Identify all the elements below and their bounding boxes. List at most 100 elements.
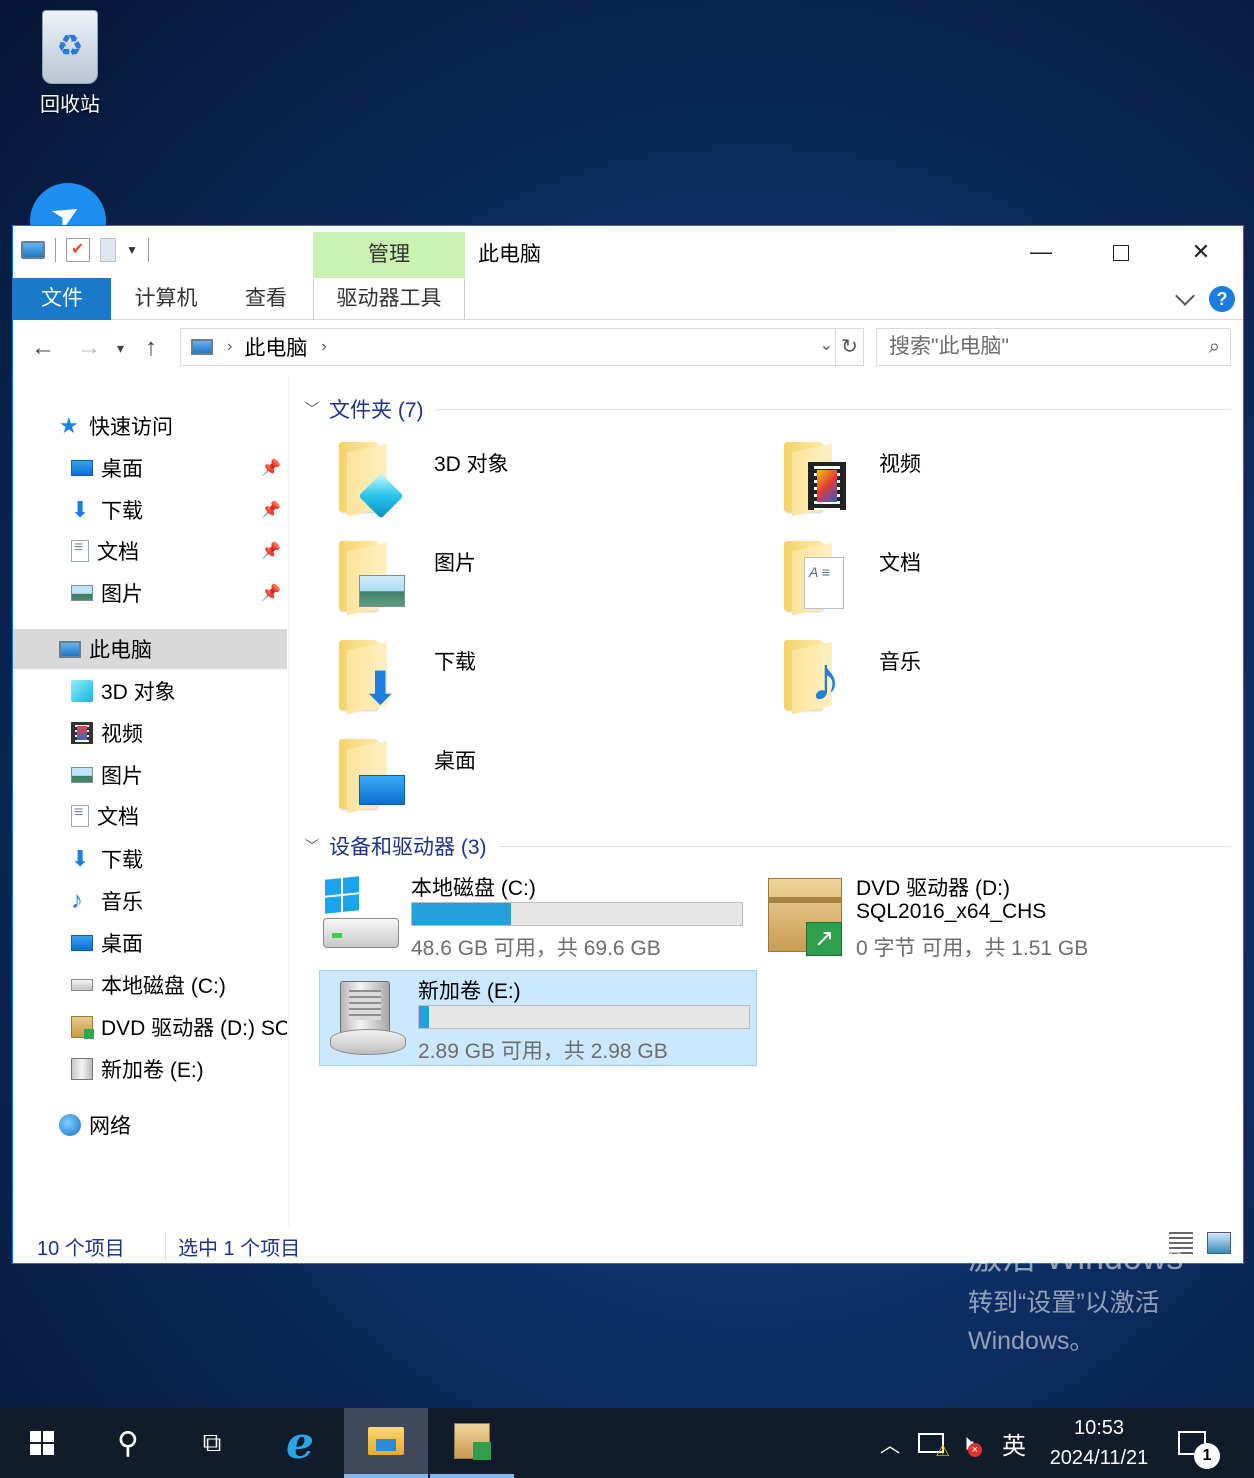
nav-label: 桌面 [101,458,143,481]
nav-network[interactable]: 网络 [13,1105,287,1145]
taskbar: ⚲ ⧉ e ︿ 🕨× 英 10:53 2024/11/21 1 [0,1408,1254,1478]
back-arrow-icon[interactable]: ← [31,334,55,362]
group-title: 文件夹 (7) [329,399,424,422]
properties-icon[interactable] [66,238,90,262]
computer-icon [191,339,213,355]
forward-arrow-icon[interactable]: → [77,334,101,362]
close-button[interactable]: ✕ [1163,234,1239,270]
nav-label: 图片 [101,765,143,788]
nav-quick-documents[interactable]: 文档 📌 [13,531,287,571]
maximize-button[interactable] [1083,234,1159,270]
navigation-bar: ← → ▾ ↑ › 此电脑 › ⌄ ↻ 搜索"此电脑" ⌕ [13,320,1243,376]
picture-icon [71,585,93,601]
computer-icon[interactable] [21,241,45,259]
nav-drive-e[interactable]: 新加卷 (E:) [13,1049,287,1089]
address-bar[interactable]: › 此电脑 › ⌄ ↻ [180,328,864,366]
breadcrumb-separator-icon[interactable]: › [321,338,326,356]
nav-label: 音乐 [101,891,143,914]
download-icon [71,848,93,870]
tab-drive-tools[interactable]: 驱动器工具 [313,278,465,320]
folders-group-header[interactable]: ﹀ 文件夹 (7) [305,394,1230,424]
nav-music[interactable]: 音乐 [13,881,287,921]
folder-pictures[interactable]: 图片 [309,533,749,623]
folder-music[interactable]: 音乐 [754,632,1194,722]
volume-button[interactable]: 🕨 × [960,1408,982,1478]
dvd-package-icon [71,1016,94,1039]
nav-quick-access[interactable]: 快速访问 [13,406,287,446]
address-dropdown-chevron-icon[interactable]: ⌄ [820,335,833,355]
large-icons-view-icon[interactable] [1207,1232,1231,1254]
folder-3d-objects[interactable]: 3D 对象 [309,434,749,524]
drives-group-header[interactable]: ﹀ 设备和驱动器 (3) [305,831,1230,861]
nav-3d-objects[interactable]: 3D 对象 [13,671,287,711]
file-explorer-icon [368,1427,404,1455]
breadcrumb-separator-icon[interactable]: › [227,338,232,356]
dvd-package-icon: ↗ [768,878,844,956]
nav-quick-desktop[interactable]: 桌面 📌 [13,448,287,488]
nav-drive-c[interactable]: 本地磁盘 (C:) [13,965,287,1005]
refresh-icon[interactable]: ↻ [835,329,863,365]
folder-icon [339,731,405,814]
collapse-chevron-icon[interactable]: ﹀ [305,399,319,419]
nav-drive-d[interactable]: DVD 驱动器 (D:) SC [13,1007,287,1047]
folder-documents[interactable]: 文档 [754,533,1194,623]
windows-drive-icon [323,876,399,954]
input-method-button[interactable]: 英 [1002,1408,1026,1478]
nav-downloads[interactable]: 下载 [13,839,287,879]
installer-button[interactable] [430,1408,514,1478]
recycle-bin-label: 回收站 [40,94,100,116]
folder-icon [339,533,405,616]
clock[interactable]: 10:53 2024/11/21 [1040,1408,1158,1478]
up-arrow-icon[interactable]: ↑ [145,334,157,362]
task-view-button[interactable]: ⧉ [170,1408,254,1478]
folder-videos[interactable]: 视频 [754,434,1194,524]
start-button[interactable] [0,1408,84,1478]
expand-ribbon-chevron-icon[interactable] [1173,288,1195,310]
nav-videos[interactable]: 视频 [13,713,287,753]
drive-c[interactable]: 本地磁盘 (C:) 48.6 GB 可用，共 69.6 GB [313,868,751,964]
document-icon [71,539,89,562]
recycle-bin-shortcut[interactable]: 回收站 [20,10,120,117]
toolbar-separator [147,238,149,262]
nav-label: 视频 [101,723,143,746]
minimize-button[interactable]: — [1003,234,1079,270]
ribbon-tabs: 文件 计算机 查看 驱动器工具 ? [13,278,1243,320]
nav-quick-downloads[interactable]: 下载 📌 [13,490,287,530]
nav-pictures[interactable]: 图片 [13,755,287,795]
nav-label: 本地磁盘 (C:) [101,975,226,998]
tab-view[interactable]: 查看 [225,278,307,320]
help-icon[interactable]: ? [1209,286,1235,312]
folder-desktop[interactable]: 桌面 [309,731,749,821]
tab-file[interactable]: 文件 [13,278,111,320]
internet-explorer-button[interactable]: e [258,1408,342,1478]
customize-toolbar-chevron-icon[interactable]: ▼ [126,243,138,257]
breadcrumb-this-pc[interactable]: 此电脑 [244,332,307,362]
computer-icon [59,640,81,658]
collapse-chevron-icon[interactable]: ﹀ [305,836,319,856]
download-icon [71,499,93,521]
nav-this-pc[interactable]: 此电脑 [13,629,287,669]
file-explorer-button[interactable] [344,1408,428,1478]
windows-logo-icon [30,1431,54,1455]
drive-name: 新加卷 (E:) [418,980,521,1003]
drive-e[interactable]: 新加卷 (E:) 2.89 GB 可用，共 2.98 GB [319,970,757,1066]
folder-downloads[interactable]: 下载 [309,632,749,722]
selection-count: 选中 1 个项目 [165,1232,300,1261]
drive-d[interactable]: ↗ DVD 驱动器 (D:) SQL2016_x64_CHS 0 字节 可用，共… [758,868,1196,964]
drive-free-space: 0 字节 可用，共 1.51 GB [856,937,1089,960]
activation-line-2: 转到“设置”以激活 [968,1289,1160,1317]
folder-name: 桌面 [434,750,476,773]
search-button[interactable]: ⚲ [86,1408,170,1478]
tab-computer[interactable]: 计算机 [111,278,221,320]
search-input[interactable]: 搜索"此电脑" ⌕ [876,328,1231,366]
network-status-button[interactable] [918,1408,950,1478]
activation-watermark: 激活 Windows 转到“设置”以激活 Windows。 [968,1230,1183,1357]
nav-documents[interactable]: 文档 [13,796,287,836]
recent-locations-chevron-icon[interactable]: ▾ [117,340,124,357]
nav-quick-pictures[interactable]: 图片 📌 [13,573,287,613]
nav-desktop[interactable]: 桌面 [13,923,287,963]
group-title: 设备和驱动器 (3) [329,836,487,859]
new-folder-icon[interactable] [100,238,116,262]
action-center-button[interactable]: 1 [1178,1408,1228,1478]
show-hidden-icons-button[interactable]: ︿ [880,1408,900,1478]
